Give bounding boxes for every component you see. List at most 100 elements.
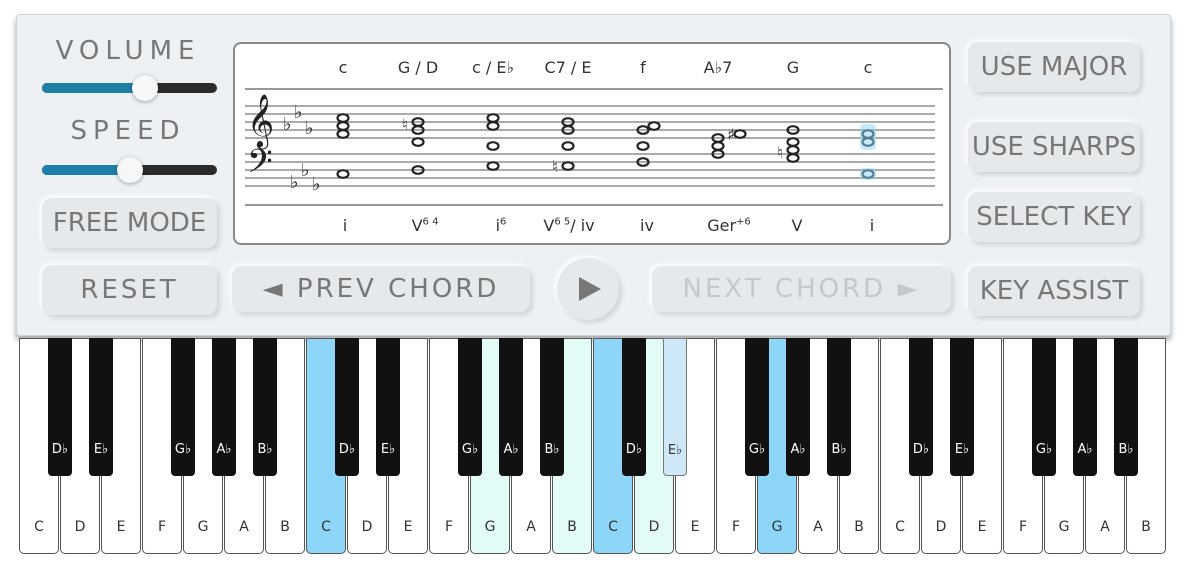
roman-numeral-5: iv bbox=[640, 216, 654, 235]
white-key-label: A bbox=[239, 519, 249, 535]
play-button[interactable] bbox=[557, 258, 619, 320]
white-key-label: E bbox=[690, 519, 700, 535]
svg-text:♮: ♮ bbox=[552, 157, 558, 176]
volume-slider[interactable] bbox=[42, 75, 217, 101]
black-key[interactable]: D♭ bbox=[48, 338, 72, 476]
roman-numeral-8: i bbox=[869, 216, 875, 235]
piano-keyboard: C D E F G A B C D E F G A B C D E F G A B C D E F G A B D♭ E♭ G♭ A♭ B♭ D♭… bbox=[19, 338, 1168, 556]
white-key-label: F bbox=[1018, 519, 1028, 535]
black-key-label: A♭ bbox=[216, 442, 232, 457]
svg-text:♭: ♭ bbox=[290, 172, 299, 193]
chord-name-4: C7 / E bbox=[544, 58, 592, 77]
white-key-label: G bbox=[484, 519, 496, 535]
white-key-label: A bbox=[1100, 519, 1110, 535]
volume-slider-fill bbox=[42, 83, 145, 93]
black-key-label: E♭ bbox=[667, 443, 683, 458]
black-key-label: D♭ bbox=[625, 442, 643, 457]
black-key[interactable]: D♭ bbox=[622, 338, 646, 476]
chord-name-7: G bbox=[786, 58, 800, 77]
volume-slider-thumb[interactable] bbox=[132, 75, 158, 101]
score-display: 𝄞 𝄢 ♭ ♭ ♭ ♭ ♭ ♭ ♮ ♮ ♯ ♮ c G / D c / E♭ C… bbox=[233, 42, 951, 245]
white-key-label: E bbox=[116, 519, 126, 535]
white-key-label: B bbox=[567, 519, 577, 535]
svg-text:♭: ♭ bbox=[305, 118, 314, 139]
black-key[interactable]: B♭ bbox=[540, 338, 564, 476]
black-key[interactable]: E♭ bbox=[89, 338, 113, 476]
volume-label: VOLUME bbox=[55, 36, 201, 66]
black-key-label: E♭ bbox=[380, 442, 396, 457]
black-key[interactable]: B♭ bbox=[253, 338, 277, 476]
free-mode-button[interactable]: FREE MODE bbox=[42, 198, 217, 248]
black-key[interactable]: G♭ bbox=[171, 338, 195, 476]
black-key-label: B♭ bbox=[257, 442, 273, 457]
roman-numeral-6: Ger+6 bbox=[707, 216, 751, 235]
svg-text:♮: ♮ bbox=[777, 143, 783, 162]
roman-numeral-3: i6 bbox=[495, 216, 507, 235]
white-key-label: B bbox=[1141, 519, 1151, 535]
black-key[interactable]: E♭ bbox=[663, 338, 687, 476]
white-key-label: F bbox=[731, 519, 741, 535]
white-key-label: D bbox=[361, 519, 373, 535]
white-key-label: F bbox=[444, 519, 454, 535]
white-key-label: D bbox=[935, 519, 947, 535]
white-key-label: G bbox=[197, 519, 209, 535]
black-key-label: D♭ bbox=[912, 442, 930, 457]
white-key-label: E bbox=[977, 519, 987, 535]
use-major-button[interactable]: USE MAJOR bbox=[968, 42, 1140, 92]
next-chord-button[interactable]: NEXT CHORD ► bbox=[652, 266, 951, 312]
svg-text:♭: ♭ bbox=[294, 102, 303, 123]
black-key-label: A♭ bbox=[790, 442, 806, 457]
roman-numeral-2: V6 4 bbox=[411, 216, 439, 235]
black-key[interactable]: G♭ bbox=[1032, 338, 1056, 476]
speed-slider[interactable] bbox=[42, 157, 217, 183]
black-key[interactable]: A♭ bbox=[499, 338, 523, 476]
black-key[interactable]: E♭ bbox=[950, 338, 974, 476]
white-key-label: G bbox=[771, 519, 783, 535]
roman-numeral-4: V6 5/ iv bbox=[543, 216, 595, 235]
chord-name-5: f bbox=[640, 58, 646, 77]
black-key-label: G♭ bbox=[748, 442, 766, 457]
white-key-label: F bbox=[157, 519, 167, 535]
roman-numeral-1: i bbox=[342, 216, 348, 235]
use-sharps-button[interactable]: USE SHARPS bbox=[968, 122, 1140, 172]
black-key-label: E♭ bbox=[93, 442, 109, 457]
svg-text:♭: ♭ bbox=[301, 160, 310, 181]
black-key[interactable]: D♭ bbox=[335, 338, 359, 476]
white-key-label: A bbox=[526, 519, 536, 535]
svg-text:♯: ♯ bbox=[727, 125, 735, 144]
speed-label: SPEED bbox=[70, 116, 186, 146]
white-key-label: D bbox=[74, 519, 86, 535]
black-key[interactable]: A♭ bbox=[212, 338, 236, 476]
prev-chord-button[interactable]: ◄ PREV CHORD bbox=[232, 266, 530, 312]
white-key-label: C bbox=[321, 519, 331, 535]
speed-slider-thumb[interactable] bbox=[117, 157, 143, 183]
black-key[interactable]: B♭ bbox=[827, 338, 851, 476]
black-key-label: B♭ bbox=[831, 442, 847, 457]
black-key-label: D♭ bbox=[51, 442, 69, 457]
black-key-label: B♭ bbox=[1118, 442, 1134, 457]
black-key[interactable]: G♭ bbox=[458, 338, 482, 476]
select-key-button[interactable]: SELECT KEY bbox=[968, 192, 1140, 242]
svg-text:♮: ♮ bbox=[402, 115, 408, 134]
black-key-label: G♭ bbox=[461, 442, 479, 457]
reset-button[interactable]: RESET bbox=[42, 265, 217, 315]
black-key[interactable]: A♭ bbox=[1073, 338, 1097, 476]
white-key-label: B bbox=[854, 519, 864, 535]
chord-name-6: A♭7 bbox=[703, 58, 733, 77]
black-key-label: G♭ bbox=[1035, 442, 1053, 457]
white-key-label: C bbox=[34, 519, 44, 535]
black-key[interactable]: A♭ bbox=[786, 338, 810, 476]
svg-text:♭: ♭ bbox=[312, 174, 321, 195]
black-key-label: D♭ bbox=[338, 442, 356, 457]
black-key[interactable]: D♭ bbox=[909, 338, 933, 476]
black-key[interactable]: B♭ bbox=[1114, 338, 1138, 476]
chord-name-8: c bbox=[863, 58, 873, 77]
black-key[interactable]: E♭ bbox=[376, 338, 400, 476]
key-assist-button[interactable]: KEY ASSIST bbox=[968, 266, 1140, 316]
chord-name-3: c / E♭ bbox=[471, 58, 515, 77]
roman-numeral-7: V bbox=[791, 216, 803, 235]
black-key[interactable]: G♭ bbox=[745, 338, 769, 476]
white-key-label: G bbox=[1058, 519, 1070, 535]
white-key-label: C bbox=[895, 519, 905, 535]
svg-text:𝄞: 𝄞 bbox=[247, 93, 274, 149]
